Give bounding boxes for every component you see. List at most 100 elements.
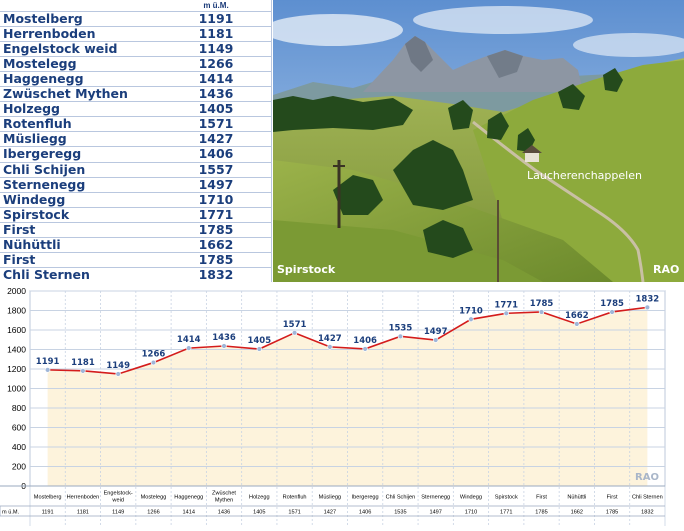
- data-label: 1571: [283, 320, 307, 330]
- data-label: 1149: [106, 361, 130, 371]
- data-point: [150, 359, 157, 366]
- place-name: Mostelberg: [3, 11, 83, 26]
- y-tick-label: 2000: [7, 286, 26, 296]
- table-row: Holzegg 1405: [0, 101, 272, 117]
- category-value: 1785: [535, 510, 547, 516]
- y-tick-label: 200: [12, 462, 26, 472]
- data-label: 1191: [36, 357, 60, 367]
- place-name: Mostelegg: [3, 56, 77, 72]
- data-label: 1497: [424, 327, 448, 337]
- place-name: Haggenegg: [3, 71, 84, 87]
- table-row: Mostelegg 1266: [0, 56, 272, 72]
- category-value: 1771: [500, 510, 512, 516]
- y-tick-label: 1600: [7, 325, 26, 335]
- data-label: 1406: [353, 336, 377, 346]
- place-elevation: 1662: [198, 236, 234, 252]
- chart-svg: 0200400600800100012001400160018002000119…: [0, 286, 666, 526]
- place-elevation: 1266: [198, 56, 234, 72]
- place-name: Spirstock: [3, 206, 70, 222]
- place-elevation: 1557: [198, 161, 234, 177]
- category-label: Chli Sternen: [632, 495, 663, 501]
- category-label: Holzegg: [249, 495, 270, 501]
- place-name: Windegg: [3, 191, 66, 207]
- data-point: [644, 304, 651, 311]
- category-value: 1832: [641, 510, 653, 516]
- place-name: Herrenboden: [3, 26, 96, 42]
- data-label: 1785: [600, 299, 624, 309]
- table-row: First 1785: [0, 221, 272, 238]
- data-point: [538, 309, 545, 315]
- place-name: Nühüttli: [3, 236, 61, 252]
- place-name: Rotenfluh: [3, 116, 72, 132]
- category-value: 1406: [359, 510, 371, 516]
- table-row: First 1785: [0, 251, 272, 268]
- photo-caption-left: Spirstock: [277, 263, 336, 276]
- category-value: 1785: [606, 510, 618, 516]
- table-row: Herrenboden 1181: [0, 26, 272, 42]
- chapel-label: Laucherenchappelen: [527, 169, 642, 182]
- category-label: Nühüttli: [567, 495, 586, 501]
- data-point: [432, 337, 439, 343]
- place-elevation: 1427: [198, 131, 234, 147]
- elevation-table: m ü.M. Mostelberg 1191 Herrenboden 1181 Enge…: [0, 0, 272, 282]
- category-label: Mostelegg: [141, 495, 167, 501]
- y-tick-label: 1400: [7, 345, 26, 355]
- chart-watermark: RAO: [635, 472, 659, 483]
- category-label: Rotenfluh: [283, 495, 307, 501]
- table-row: Nühüttli 1662: [0, 236, 272, 253]
- category-label: First: [607, 495, 618, 501]
- place-name: Holzegg: [3, 101, 60, 117]
- data-label: 1771: [494, 300, 518, 310]
- data-point: [327, 344, 333, 350]
- photo-watermark: RAO: [653, 263, 679, 276]
- landscape-photo: Laucherenchappelen Spirstock RAO: [273, 0, 684, 282]
- category-value: 1181: [77, 510, 89, 516]
- place-elevation: 1191: [198, 11, 234, 26]
- table-row: Müsliegg 1427: [0, 131, 272, 147]
- data-point: [503, 310, 509, 317]
- data-label: 1436: [212, 333, 236, 343]
- table-unit-header: m ü.M.: [203, 1, 229, 10]
- category-value: 1266: [147, 510, 159, 516]
- table-row: Zwüschet Mythen 1436: [0, 86, 272, 102]
- table-row: Chli Sternen 1832: [0, 266, 272, 283]
- category-label: Müsliegg: [319, 495, 341, 501]
- category-label: Zwüschet: [212, 491, 236, 497]
- y-tick-label: 1000: [7, 384, 26, 394]
- category-value: 1662: [571, 510, 583, 516]
- data-label: 1662: [565, 311, 589, 321]
- data-point: [44, 367, 51, 373]
- table-header: m ü.M.: [0, 0, 272, 11]
- place-elevation: 1785: [198, 251, 234, 267]
- data-label: 1535: [389, 323, 413, 333]
- table-row: Engelstock weid 1149: [0, 41, 272, 57]
- data-label: 1405: [247, 336, 271, 346]
- category-label: Chli Schijen: [386, 495, 416, 501]
- data-point: [291, 330, 298, 336]
- table-row: Chli Schijen 1557: [0, 161, 272, 178]
- place-name: Müsliegg: [3, 131, 67, 147]
- data-label: 1181: [71, 358, 95, 368]
- place-elevation: 1181: [198, 26, 234, 42]
- category-label: Herrenboden: [67, 495, 100, 501]
- table-row: Rotenfluh 1571: [0, 116, 272, 132]
- place-name: First: [3, 251, 36, 267]
- y-tick-label: 1800: [7, 306, 26, 316]
- y-tick-label: 400: [12, 442, 26, 452]
- elevation-chart: 0 200 400 600 800 1000 1200 1400 1600 1800 2000 119…: [0, 283, 684, 526]
- place-name: Zwüschet Mythen: [3, 86, 128, 102]
- category-value: 1535: [394, 510, 406, 516]
- table-row: Sternenegg 1497: [0, 176, 272, 193]
- category-value: 1191: [42, 510, 54, 516]
- place-elevation: 1785: [198, 221, 234, 237]
- category-value: 1149: [112, 510, 124, 516]
- y-tick-label: 600: [12, 423, 26, 433]
- place-elevation: 1571: [198, 116, 234, 132]
- place-name: Ibergeregg: [3, 146, 82, 162]
- place-elevation: 1406: [198, 146, 234, 162]
- category-label: Sternenegg: [421, 495, 450, 501]
- place-elevation: 1497: [198, 176, 234, 192]
- data-point: [574, 321, 580, 327]
- place-elevation: 1710: [198, 191, 234, 207]
- place-name: First: [3, 221, 36, 237]
